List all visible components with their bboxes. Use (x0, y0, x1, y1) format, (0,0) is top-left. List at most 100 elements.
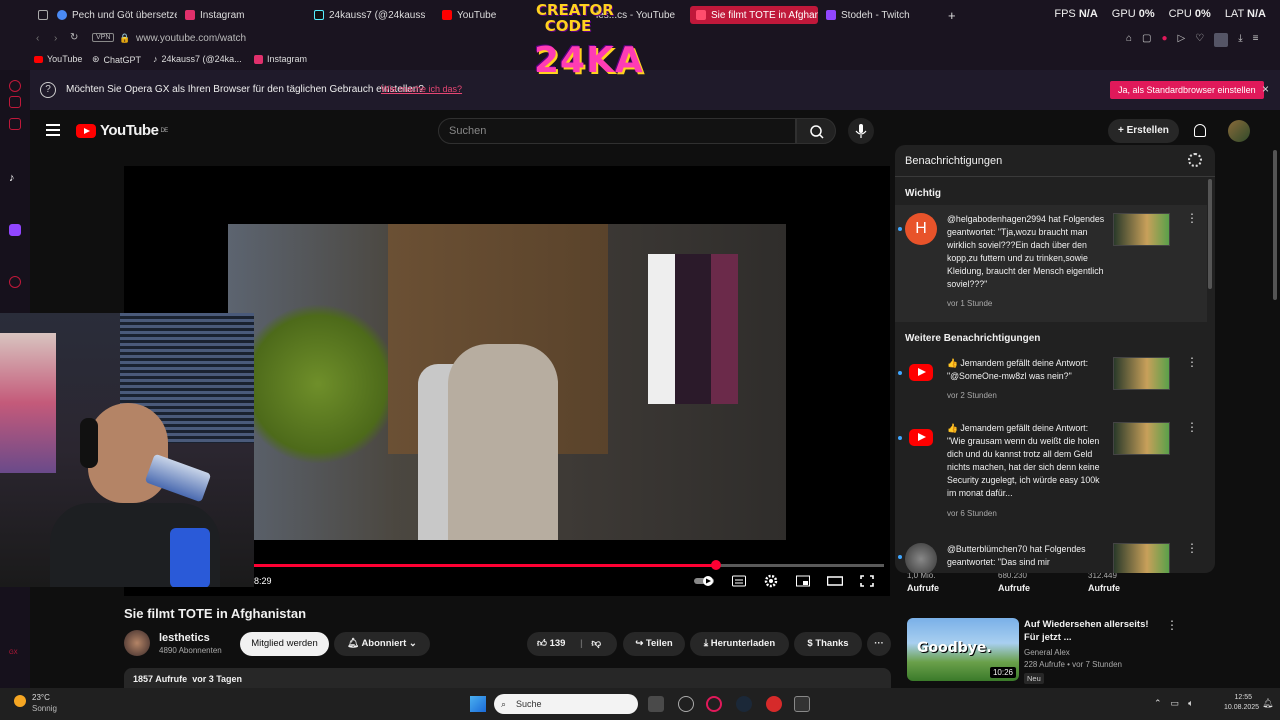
notification-center-icon[interactable]: 🔔︎ (1262, 698, 1273, 709)
notification-thumbnail[interactable] (1113, 357, 1170, 390)
notifications-scrollbar[interactable] (1208, 179, 1212, 289)
bookmark-instagram[interactable]: Instagram (254, 54, 307, 64)
profile-icon[interactable] (1214, 33, 1229, 47)
notification-item[interactable]: @Butterblümchen70 hat Folgendes geantwor… (895, 541, 1209, 573)
create-button[interactable]: + Erstellen (1108, 119, 1179, 143)
thumbs-down-icon[interactable]: 👎︎ (591, 638, 601, 649)
search-icon: ⌕ (501, 699, 507, 709)
bookmark-youtube[interactable]: YouTube (34, 54, 82, 64)
tab-tiktok[interactable]: 24kauss7 (@24kauss7) | (314, 6, 426, 24)
notification-thumbnail[interactable] (1113, 422, 1170, 455)
more-vert-icon[interactable]: ⋮ (1186, 420, 1198, 434)
pin-icon[interactable]: ⌂ (1126, 33, 1132, 47)
new-tab-button[interactable]: + (948, 6, 962, 24)
page-scrollbar[interactable] (1273, 150, 1277, 300)
back-icon[interactable]: ‹ (36, 33, 39, 44)
user-avatar (905, 543, 937, 573)
more-vert-icon[interactable]: ⋮ (1186, 355, 1198, 369)
notification-thumbnail[interactable] (1113, 213, 1170, 246)
chatgpt-taskbar-icon[interactable] (678, 696, 694, 712)
recommended-thumbnail[interactable]: Goodbye. 10:26 (907, 618, 1019, 681)
tab-active-video[interactable]: Sie filmt TOTE in Afghanis (690, 6, 818, 24)
youtube-logo[interactable]: YouTube DE (76, 122, 168, 139)
more-vert-icon[interactable]: ⋮ (1166, 618, 1178, 632)
opera-gx-taskbar-icon[interactable] (706, 696, 722, 712)
notice-help-link[interactable]: Wie mache ich das? (381, 84, 462, 94)
join-membership-button[interactable]: Mitglied werden (240, 632, 329, 656)
shield-icon[interactable]: ● (1162, 33, 1168, 47)
workspace-icon[interactable] (38, 6, 48, 24)
search-input[interactable]: Suchen (438, 118, 796, 144)
player-sidebar-icon[interactable] (9, 276, 21, 288)
heart-icon[interactable]: ♡ (1195, 33, 1204, 47)
tiktok-sidebar-icon[interactable]: ♪ (9, 172, 21, 184)
progress-bar[interactable] (254, 560, 884, 570)
more-vert-icon[interactable]: ⋮ (1186, 211, 1198, 225)
notification-thumbnail[interactable] (1113, 543, 1170, 573)
settings-gear-icon[interactable] (764, 574, 778, 588)
share-button[interactable]: ↪ Teilen (623, 632, 685, 656)
chevron-up-icon[interactable]: ⌃ (1154, 698, 1162, 709)
menu-icon[interactable]: ≡ (1253, 33, 1259, 47)
subscribed-button[interactable]: 🔔︎ Abonniert ⌄ (334, 632, 430, 656)
url-field[interactable]: www.youtube.com/watch (136, 33, 246, 44)
notification-item[interactable]: 👍 Jemandem gefällt deine Antwort: "Wie g… (895, 420, 1209, 522)
gx-control-icon[interactable] (9, 96, 21, 108)
notification-item[interactable]: 👍 Jemandem gefällt deine Antwort: "@Some… (895, 355, 1209, 407)
reload-icon[interactable]: ↻ (70, 32, 78, 43)
system-clock[interactable]: 12:55 10.08.2025 (1224, 693, 1259, 713)
epic-games-taskbar-icon[interactable] (794, 696, 810, 712)
twitch-sidebar-icon[interactable] (9, 224, 21, 236)
set-default-button[interactable]: Ja, als Standardbrowser einstellen (1110, 81, 1264, 99)
more-vert-icon[interactable]: ⋮ (1186, 541, 1198, 555)
opera-icon[interactable] (9, 80, 21, 92)
task-view-icon[interactable] (648, 696, 664, 712)
channel-avatar[interactable] (124, 630, 150, 656)
fullscreen-icon[interactable] (860, 574, 874, 587)
download-icon[interactable]: ⤓ (1238, 33, 1242, 47)
notification-item[interactable]: H @helgabodenhagen2994 hat Folgendes gea… (895, 211, 1209, 313)
vpn-badge[interactable]: VPN (92, 33, 115, 42)
video-frame[interactable] (228, 224, 786, 540)
close-icon[interactable]: × (1262, 82, 1269, 96)
voice-search-button[interactable] (848, 118, 874, 144)
bookmark-chatgpt[interactable]: ⊛ ChatGPT (92, 54, 141, 65)
thanks-button[interactable]: $ Thanks (794, 632, 862, 656)
tab-twitch[interactable]: Stodeh - Twitch (826, 6, 926, 24)
miniplayer-icon[interactable] (796, 574, 810, 587)
recommended-title[interactable]: Auf Wiedersehen allerseits! Für jetzt ..… (1024, 618, 1164, 644)
hamburger-menu-icon[interactable] (46, 124, 60, 136)
forward-icon[interactable]: › (54, 33, 57, 44)
more-actions-button[interactable]: ··· (867, 632, 891, 656)
download-button[interactable]: ⤓ Herunterladen (690, 632, 789, 656)
player-icon[interactable]: ▷ (1178, 33, 1186, 47)
notification-text: 👍 Jemandem gefällt deine Antwort: "Wie g… (947, 423, 1100, 498)
tab-instagram[interactable]: Instagram (185, 6, 305, 24)
progress-scrubber[interactable] (711, 560, 722, 570)
steam-taskbar-icon[interactable] (736, 696, 752, 712)
chatgpt-icon: ⊛ (92, 54, 100, 64)
video-scene-person (448, 344, 558, 540)
channel-name[interactable]: lesthetics (159, 632, 210, 644)
tab-youtube[interactable]: YouTube (442, 6, 522, 24)
account-avatar[interactable] (1228, 120, 1250, 142)
autoplay-toggle[interactable] (694, 574, 716, 586)
volume-icon[interactable]: 🔈︎ (1188, 698, 1193, 709)
snapshot-icon[interactable]: ▢ (1142, 33, 1151, 47)
description-box[interactable]: 1857 Aufrufe vor 3 Tagen (124, 668, 891, 690)
rec-views-label: Aufrufe (907, 583, 939, 593)
network-icon[interactable]: ▭ (1171, 698, 1180, 709)
taskbar-search[interactable]: ⌕ Suche (494, 694, 638, 714)
bookmark-tiktok[interactable]: ♪ 24kauss7 (@24ka... (153, 54, 242, 64)
subtitles-icon[interactable] (732, 574, 746, 587)
app-taskbar-icon[interactable] (766, 696, 782, 712)
search-button[interactable] (796, 118, 836, 144)
like-button[interactable]: 👍︎ 139 (537, 638, 565, 649)
theater-mode-icon[interactable] (826, 574, 844, 586)
tab-translate[interactable]: Pech und Göt übersetzen (57, 6, 177, 24)
recommended-channel[interactable]: General Alex (1024, 648, 1070, 657)
notifications-bell-icon[interactable] (1194, 124, 1206, 137)
windows-start-icon[interactable] (470, 696, 486, 712)
gear-icon[interactable] (1188, 153, 1202, 167)
store-icon[interactable] (9, 118, 21, 130)
